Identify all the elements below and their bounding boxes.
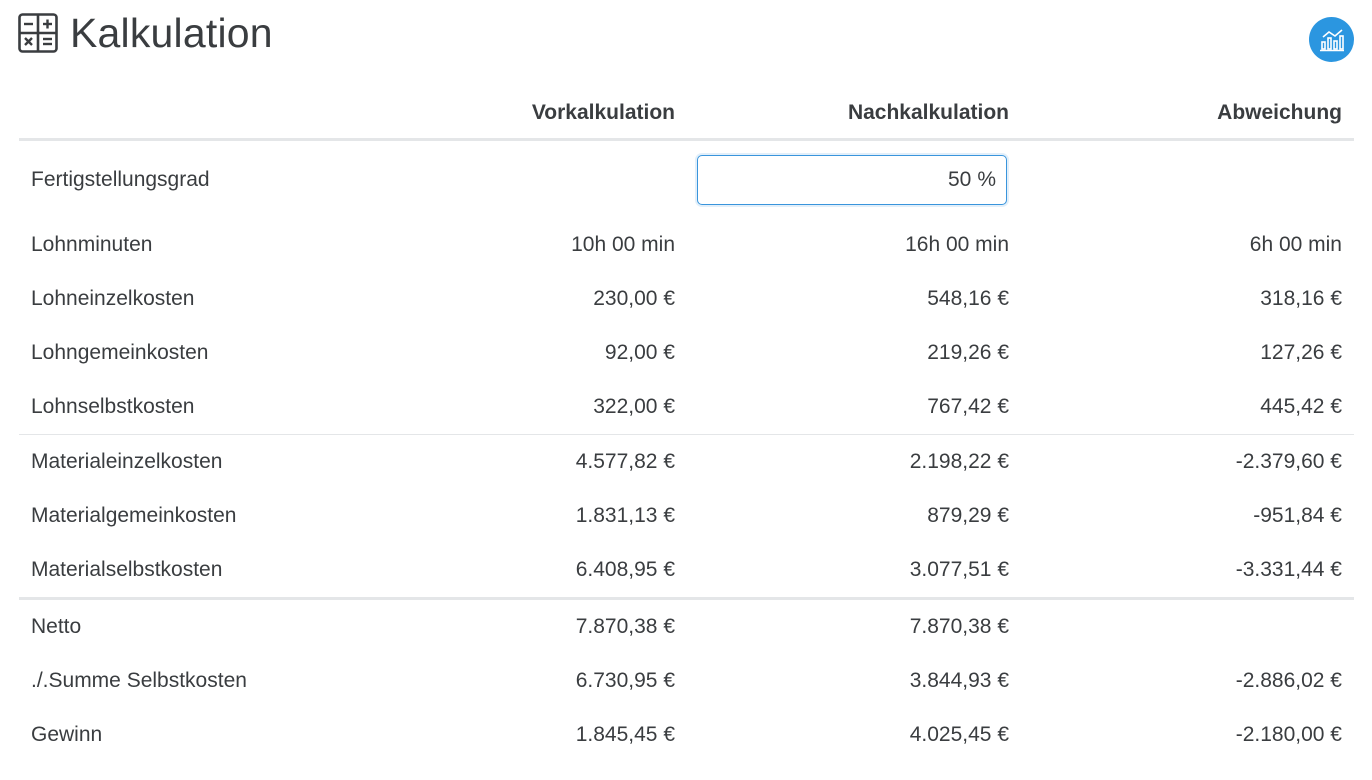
vorkalkulation-value: 10h 00 min	[571, 233, 675, 256]
vorkalkulation-value: 322,00 €	[593, 395, 675, 418]
completion-value: 50	[947, 167, 972, 191]
row-label: Materialeinzelkosten	[19, 434, 349, 489]
table-row: Materialgemeinkosten 1.831,13 € 879,29 €…	[19, 489, 1354, 543]
vorkalkulation-value: 1.831,13 €	[575, 504, 675, 527]
column-header-label	[19, 88, 349, 141]
nachkalkulation-value: 548,16 €	[927, 287, 1009, 310]
chart-button[interactable]	[1309, 17, 1354, 62]
nachkalkulation-value: 3.844,93 €	[909, 669, 1009, 692]
vorkalkulation-value: 92,00 €	[604, 341, 675, 364]
column-header-abweichung: Abweichung	[1021, 88, 1354, 141]
table-row: Gewinn 1.845,45 € 4.025,45 € -2.180,00 €	[19, 708, 1354, 762]
table-row: Lohnminuten 10h 00 min 16h 00 min 6h 00 …	[19, 218, 1354, 272]
abweichung-value: 127,26 €	[1260, 341, 1342, 364]
abweichung-value: -3.331,44 €	[1235, 558, 1342, 581]
table-row: Lohngemeinkosten 92,00 € 219,26 € 127,26…	[19, 326, 1354, 380]
abweichung-value: -2.886,02 €	[1235, 669, 1342, 692]
row-label: Lohnselbstkosten	[31, 395, 195, 418]
nachkalkulation-value: 879,29 €	[927, 504, 1009, 527]
vorkalkulation-value: 1.845,45 €	[575, 723, 675, 746]
nachkalkulation-value: 3.077,51 €	[909, 558, 1009, 581]
column-header-vorkalkulation: Vorkalkulation	[349, 88, 687, 141]
nachkalkulation-value: 16h 00 min	[905, 233, 1009, 256]
page-header: Kalkulation	[18, 10, 273, 56]
completion-label: Fertigstellungsgrad	[31, 167, 210, 191]
table-row: Materialeinzelkosten 4.577,82 € 2.198,22…	[19, 434, 1354, 489]
row-label: Materialselbstkosten	[31, 558, 223, 581]
column-header-nachkalkulation: Nachkalkulation	[687, 88, 1021, 141]
nachkalkulation-value: 767,42 €	[927, 395, 1009, 418]
calculator-icon	[18, 13, 58, 53]
row-label: Lohnminuten	[31, 233, 153, 256]
abweichung-value: -2.180,00 €	[1235, 723, 1342, 746]
abweichung-value: 318,16 €	[1260, 287, 1342, 310]
nachkalkulation-value: 219,26 €	[927, 341, 1009, 364]
row-label: Lohngemeinkosten	[31, 341, 209, 364]
page-title: Kalkulation	[70, 10, 273, 56]
table-row: Lohneinzelkosten 230,00 € 548,16 € 318,1…	[19, 272, 1354, 326]
vorkalkulation-value: 6.730,95 €	[575, 669, 675, 692]
nachkalkulation-value: 2.198,22 €	[687, 434, 1021, 489]
vorkalkulation-value: 7.870,38 €	[349, 597, 687, 654]
vorkalkulation-value: 6.408,95 €	[575, 558, 675, 581]
completion-percent-input[interactable]: 50 %	[697, 154, 1007, 205]
nachkalkulation-value: 4.025,45 €	[909, 723, 1009, 746]
vorkalkulation-value: 230,00 €	[593, 287, 675, 310]
abweichung-value: -951,84 €	[1253, 504, 1342, 527]
chart-analytics-icon	[1319, 28, 1344, 51]
abweichung-value	[1021, 597, 1354, 654]
row-label: ./.Summe Selbstkosten	[31, 669, 247, 692]
row-label: Netto	[19, 597, 349, 654]
table-cell: 50 %	[687, 140, 1021, 219]
abweichung-value: 445,42 €	[1260, 395, 1342, 418]
nachkalkulation-value: 7.870,38 €	[687, 597, 1021, 654]
abweichung-value: 6h 00 min	[1249, 233, 1342, 256]
table-row: Materialselbstkosten 6.408,95 € 3.077,51…	[19, 543, 1354, 599]
row-label: Gewinn	[31, 723, 103, 746]
table-row: Netto 7.870,38 € 7.870,38 €	[19, 597, 1354, 654]
calculation-table: Vorkalkulation Nachkalkulation Abweichun…	[19, 88, 1354, 762]
table-cell	[349, 140, 687, 219]
table-header-row: Vorkalkulation Nachkalkulation Abweichun…	[19, 88, 1354, 141]
row-label: Lohneinzelkosten	[31, 287, 195, 310]
table-row: Lohnselbstkosten 322,00 € 767,42 € 445,4…	[19, 380, 1354, 435]
vorkalkulation-value: 4.577,82 €	[349, 434, 687, 489]
table-cell	[1021, 140, 1354, 219]
row-label: Materialgemeinkosten	[31, 504, 237, 527]
abweichung-value: -2.379,60 €	[1021, 434, 1354, 489]
table-row: ./.Summe Selbstkosten 6.730,95 € 3.844,9…	[19, 654, 1354, 708]
percent-unit: %	[977, 167, 996, 191]
completion-row: Fertigstellungsgrad 50 %	[19, 140, 1354, 219]
